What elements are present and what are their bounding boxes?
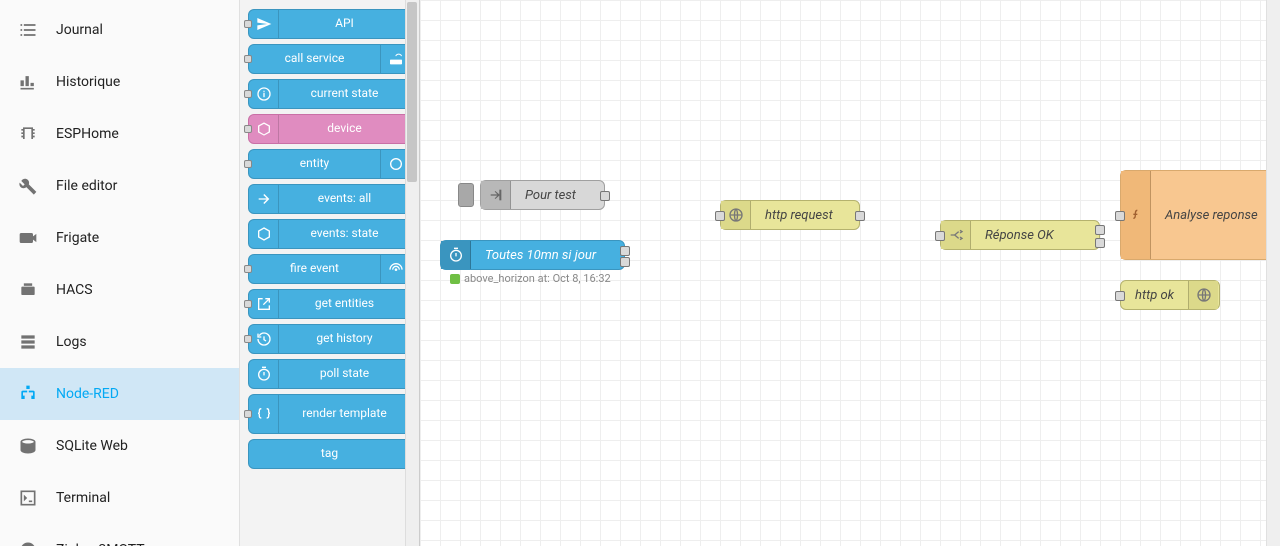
sitemap-icon <box>16 382 40 406</box>
sidebar-item-label: Zigbee2MQTT <box>56 542 145 546</box>
sidebar-item-label: Journal <box>56 22 103 38</box>
palette-render-template[interactable]: render template <box>248 394 411 434</box>
sidebar-item-label: Node-RED <box>56 386 119 402</box>
status-dot <box>450 274 460 284</box>
camera-icon <box>16 226 40 250</box>
palette-label: poll state <box>279 367 410 380</box>
sidebar-item-node-red[interactable]: Node-RED <box>0 368 239 420</box>
palette-fire-event[interactable]: fire event <box>248 254 411 284</box>
palette-events-state[interactable]: events: state <box>248 219 411 249</box>
info-icon <box>249 80 279 108</box>
logs-icon <box>16 330 40 354</box>
globe-icon <box>1188 281 1218 309</box>
timer-icon <box>249 360 279 388</box>
palette-scroll-thumb[interactable] <box>407 2 417 182</box>
open-icon <box>249 290 279 318</box>
palette-device[interactable]: device <box>248 114 411 144</box>
sidebar-item-label: SQLite Web <box>56 438 128 454</box>
sidebar-item-label: Frigate <box>56 230 99 246</box>
node-label: http ok <box>1121 288 1188 303</box>
canvas-scrollbar[interactable] <box>1266 0 1280 546</box>
sidebar-item-sqlite[interactable]: SQLite Web <box>0 420 239 472</box>
node-label: Analyse reponse <box>1151 208 1272 223</box>
node-inject[interactable]: Pour test <box>480 180 605 210</box>
sidebar-item-logs[interactable]: Logs <box>0 316 239 368</box>
braces-icon <box>249 395 279 433</box>
palette-label: fire event <box>249 262 380 275</box>
sidebar-item-terminal[interactable]: Terminal <box>0 472 239 524</box>
database-icon <box>16 434 40 458</box>
palette-poll-state[interactable]: poll state <box>248 359 411 389</box>
node-switch[interactable]: Réponse OK <box>940 220 1100 250</box>
history-icon <box>249 325 279 353</box>
palette-label: device <box>279 122 410 135</box>
palette-tag[interactable]: tag <box>248 439 411 469</box>
node-label: http request <box>751 208 847 223</box>
sidebar-item-label: Historique <box>56 74 120 90</box>
function-icon <box>1121 171 1151 259</box>
sidebar-item-esphome[interactable]: ESPHome <box>0 108 239 160</box>
palette-label: events: state <box>279 227 410 240</box>
arrow-right-icon <box>249 185 279 213</box>
node-label: Pour test <box>511 188 590 203</box>
inject-button[interactable] <box>458 183 474 207</box>
chip-icon <box>16 122 40 146</box>
node-trigger[interactable]: Toutes 10mn si jour <box>440 240 625 270</box>
flow-canvas[interactable]: Pour test Toutes 10mn si jour above_hori… <box>420 0 1280 546</box>
sidebar-item-label: Terminal <box>56 490 110 506</box>
chart-bar-icon <box>16 70 40 94</box>
palette-label: get entities <box>279 297 410 310</box>
hacs-icon <box>16 278 40 302</box>
sidebar-item-journal[interactable]: Journal <box>0 4 239 56</box>
switch-icon <box>941 221 971 249</box>
node-status-text: above_horizon at: Oct 8, 16:32 <box>464 272 611 285</box>
node-palette: API call service current state device en… <box>240 0 420 546</box>
sidebar-item-label: File editor <box>56 178 117 194</box>
cube-icon <box>249 115 279 143</box>
palette-label: events: all <box>279 192 410 205</box>
node-label: Toutes 10mn si jour <box>471 248 610 263</box>
arrow-in-icon <box>481 181 511 209</box>
timer-icon <box>441 241 471 269</box>
sidebar-item-frigate[interactable]: Frigate <box>0 212 239 264</box>
palette-label: get history <box>279 332 410 345</box>
palette-current-state[interactable]: current state <box>248 79 411 109</box>
node-http-ok[interactable]: http ok <box>1120 280 1220 310</box>
palette-label: call service <box>249 52 380 65</box>
palette-api[interactable]: API <box>248 9 411 39</box>
palette-get-entities[interactable]: get entities <box>248 289 411 319</box>
globe-icon <box>721 201 751 229</box>
sidebar-item-historique[interactable]: Historique <box>0 56 239 108</box>
palette-label: tag <box>249 447 410 460</box>
list-icon <box>16 18 40 42</box>
palette-call-service[interactable]: call service <box>248 44 411 74</box>
zigbee-icon <box>16 538 40 546</box>
palette-get-history[interactable]: get history <box>248 324 411 354</box>
flow-wires <box>420 0 720 150</box>
node-function[interactable]: Analyse reponse <box>1120 170 1280 260</box>
console-icon <box>16 486 40 510</box>
sidebar-item-zigbee[interactable]: Zigbee2MQTT <box>0 524 239 546</box>
palette-label: entity <box>249 157 380 170</box>
app-sidebar: Journal Historique ESPHome File editor F… <box>0 0 240 546</box>
sidebar-item-label: ESPHome <box>56 126 119 142</box>
wrench-icon <box>16 174 40 198</box>
palette-label: API <box>279 17 410 30</box>
sidebar-item-file-editor[interactable]: File editor <box>0 160 239 212</box>
hex-icon <box>249 220 279 248</box>
node-label: Réponse OK <box>971 228 1068 243</box>
palette-events-all[interactable]: events: all <box>248 184 411 214</box>
sidebar-item-hacs[interactable]: HACS <box>0 264 239 316</box>
send-icon <box>249 10 279 38</box>
palette-label: render template <box>279 407 410 420</box>
palette-scrollbar[interactable] <box>405 0 419 546</box>
node-http-request[interactable]: http request <box>720 200 860 230</box>
palette-entity[interactable]: entity <box>248 149 411 179</box>
palette-label: current state <box>279 87 410 100</box>
sidebar-item-label: Logs <box>56 334 87 350</box>
sidebar-item-label: HACS <box>56 282 93 298</box>
